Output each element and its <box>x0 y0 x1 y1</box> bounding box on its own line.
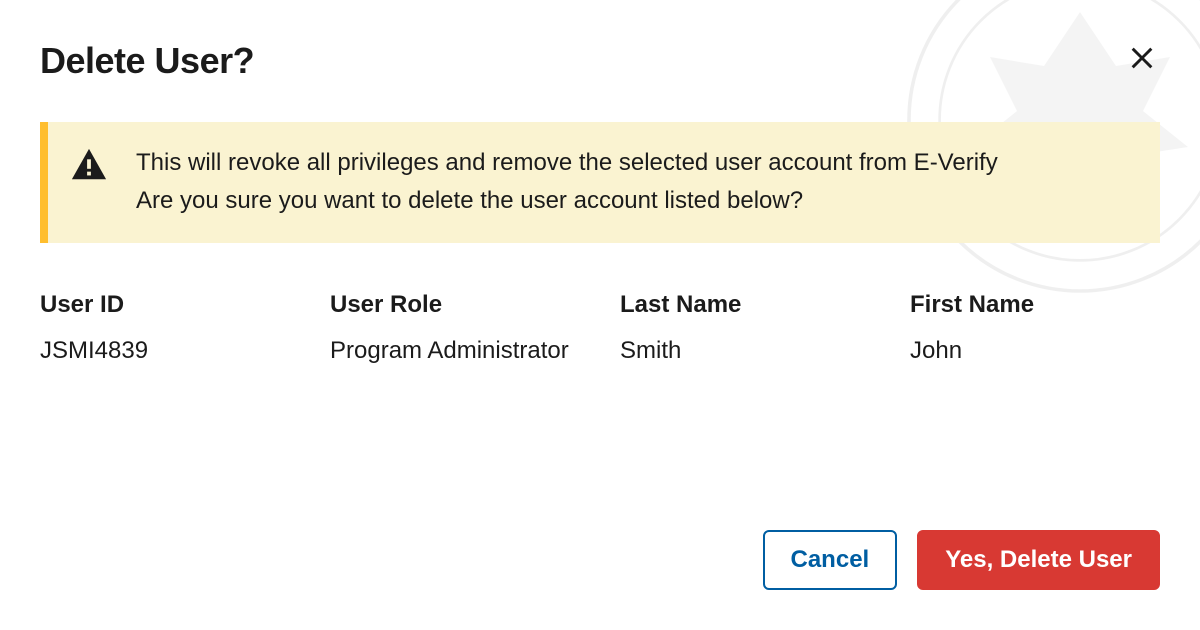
user-details: User ID JSMI4839 User Role Program Admin… <box>40 291 1160 367</box>
warning-alert: This will revoke all privileges and remo… <box>40 122 1160 243</box>
user-id-label: User ID <box>40 291 330 319</box>
first-name-value: John <box>910 335 1160 367</box>
close-icon <box>1128 43 1156 79</box>
user-role-value: Program Administrator <box>330 335 620 367</box>
warning-line-1: This will revoke all privileges and remo… <box>136 144 998 182</box>
delete-user-modal: Delete User? This will revoke all privil… <box>0 0 1200 630</box>
field-last-name: Last Name Smith <box>620 291 910 367</box>
close-button[interactable] <box>1124 40 1160 81</box>
field-user-id: User ID JSMI4839 <box>40 291 330 367</box>
cancel-button[interactable]: Cancel <box>763 530 898 590</box>
warning-icon <box>70 146 108 189</box>
modal-actions: Cancel Yes, Delete User <box>40 530 1160 590</box>
confirm-delete-button[interactable]: Yes, Delete User <box>917 530 1160 590</box>
first-name-label: First Name <box>910 291 1160 319</box>
modal-title: Delete User? <box>40 40 254 82</box>
warning-text: This will revoke all privileges and remo… <box>136 144 998 221</box>
last-name-value: Smith <box>620 335 910 367</box>
last-name-label: Last Name <box>620 291 910 319</box>
field-user-role: User Role Program Administrator <box>330 291 620 367</box>
modal-header: Delete User? <box>40 40 1160 82</box>
warning-line-2: Are you sure you want to delete the user… <box>136 182 998 220</box>
user-role-label: User Role <box>330 291 620 319</box>
field-first-name: First Name John <box>910 291 1160 367</box>
user-id-value: JSMI4839 <box>40 335 330 367</box>
